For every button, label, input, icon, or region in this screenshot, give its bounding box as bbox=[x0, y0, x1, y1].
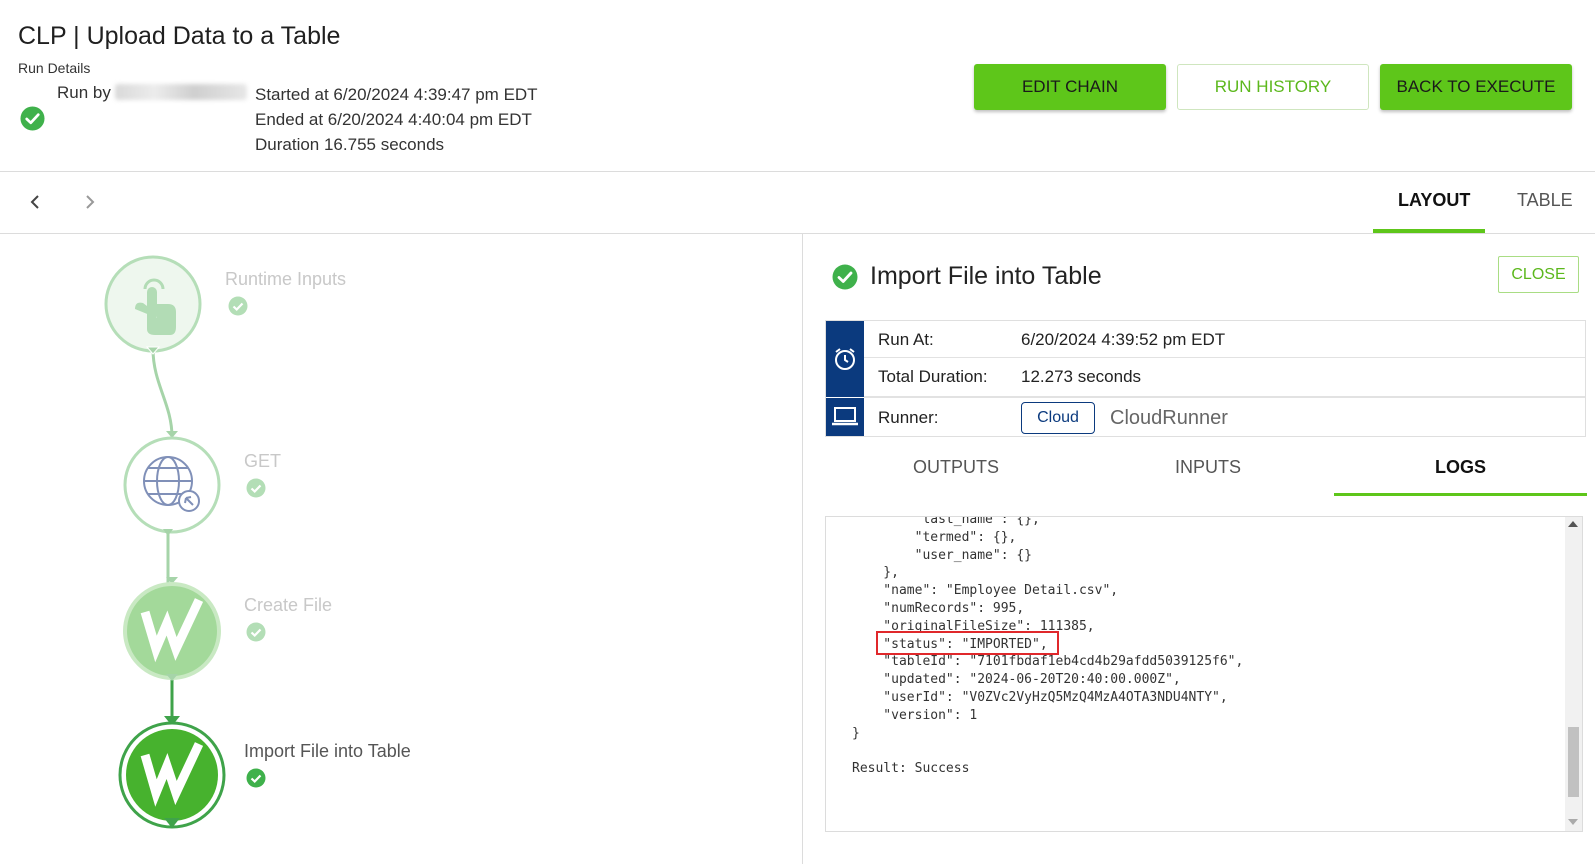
started-at: Started at 6/20/2024 4:39:47 pm EDT bbox=[255, 85, 538, 104]
runner-name: CloudRunner bbox=[1110, 407, 1228, 429]
runner-type-badge: Cloud bbox=[1021, 402, 1095, 434]
run-by-user-redacted bbox=[114, 84, 247, 100]
info-icon-column bbox=[826, 321, 864, 397]
node-label-import-file-into-table: Import File into Table bbox=[244, 741, 411, 761]
node-success-check-icon bbox=[246, 622, 266, 642]
log-scrollbar[interactable] bbox=[1565, 517, 1582, 831]
chain-canvas: Runtime Inputs GET Create File Import Fi… bbox=[0, 234, 803, 864]
info-row-total-duration: Total Duration: 12.273 seconds bbox=[864, 358, 1585, 397]
node-success-check-icon bbox=[246, 478, 266, 498]
scroll-up-arrow-icon[interactable] bbox=[1568, 521, 1578, 527]
chevron-left-icon[interactable] bbox=[28, 194, 42, 210]
tab-inputs[interactable]: INPUTS bbox=[1175, 457, 1241, 478]
laptop-icon bbox=[832, 407, 858, 426]
step-info-table: Run At: 6/20/2024 4:39:52 pm EDT Total D… bbox=[825, 320, 1586, 437]
run-at-value: 6/20/2024 4:39:52 pm EDT bbox=[1021, 330, 1226, 349]
tab-logs[interactable]: LOGS bbox=[1435, 457, 1486, 478]
connector-1 bbox=[151, 348, 174, 438]
node-label-runtime-inputs: Runtime Inputs bbox=[225, 269, 347, 289]
log-output[interactable]: "last_name": {}, "termed": {}, "user_nam… bbox=[825, 516, 1583, 832]
chevron-right-icon[interactable] bbox=[83, 194, 97, 210]
scroll-down-arrow-icon[interactable] bbox=[1568, 819, 1578, 825]
node-label-get: GET bbox=[244, 451, 282, 471]
view-toolbar: LAYOUT TABLE bbox=[0, 172, 1595, 234]
status-highlight-box bbox=[876, 631, 1059, 655]
info-row-runner: Runner: Cloud CloudRunner bbox=[864, 397, 1585, 437]
run-history-button[interactable]: RUN HISTORY bbox=[1177, 64, 1369, 110]
run-times: Started at 6/20/2024 4:39:47 pm EDT Ende… bbox=[255, 82, 538, 157]
run-header: CLP | Upload Data to a Table Run Details… bbox=[0, 0, 1595, 172]
active-detail-tab-indicator bbox=[1334, 493, 1587, 496]
node-import-file-into-table[interactable] bbox=[118, 716, 226, 829]
scroll-thumb[interactable] bbox=[1568, 727, 1579, 797]
tab-layout[interactable]: LAYOUT bbox=[1398, 190, 1470, 211]
node-success-check-icon bbox=[246, 768, 266, 788]
total-duration-label: Total Duration: bbox=[878, 367, 988, 386]
node-get[interactable] bbox=[123, 431, 221, 536]
run-success-check-icon bbox=[20, 106, 45, 131]
tab-outputs[interactable]: OUTPUTS bbox=[913, 457, 999, 478]
node-create-file[interactable] bbox=[123, 577, 221, 681]
edit-chain-button[interactable]: EDIT CHAIN bbox=[974, 64, 1166, 110]
step-detail-title: Import File into Table bbox=[870, 262, 1102, 290]
tab-table[interactable]: TABLE bbox=[1517, 190, 1573, 211]
node-runtime-inputs[interactable] bbox=[104, 255, 202, 355]
page-title: CLP | Upload Data to a Table bbox=[18, 22, 341, 50]
total-duration-value: 12.273 seconds bbox=[1021, 367, 1142, 386]
run-by-label: Run by bbox=[57, 83, 111, 102]
close-button[interactable]: CLOSE bbox=[1498, 256, 1579, 293]
node-label-create-file: Create File bbox=[244, 595, 333, 615]
back-to-execute-button[interactable]: BACK TO EXECUTE bbox=[1380, 64, 1572, 110]
node-success-check-icon bbox=[228, 296, 248, 316]
info-icon-column bbox=[826, 398, 864, 436]
run-at-label: Run At: bbox=[878, 330, 934, 349]
alarm-clock-icon bbox=[835, 348, 855, 370]
chain-flow-diagram bbox=[104, 255, 226, 829]
info-row-run-at: Run At: 6/20/2024 4:39:52 pm EDT bbox=[864, 321, 1585, 358]
ended-at: Ended at 6/20/2024 4:40:04 pm EDT bbox=[255, 110, 532, 129]
run-by: Run by bbox=[57, 83, 247, 103]
page-subtitle: Run Details bbox=[18, 60, 91, 76]
run-duration: Duration 16.755 seconds bbox=[255, 135, 445, 154]
step-success-check-icon bbox=[832, 264, 858, 290]
runner-label: Runner: bbox=[878, 408, 939, 427]
active-tab-indicator bbox=[1373, 229, 1485, 233]
